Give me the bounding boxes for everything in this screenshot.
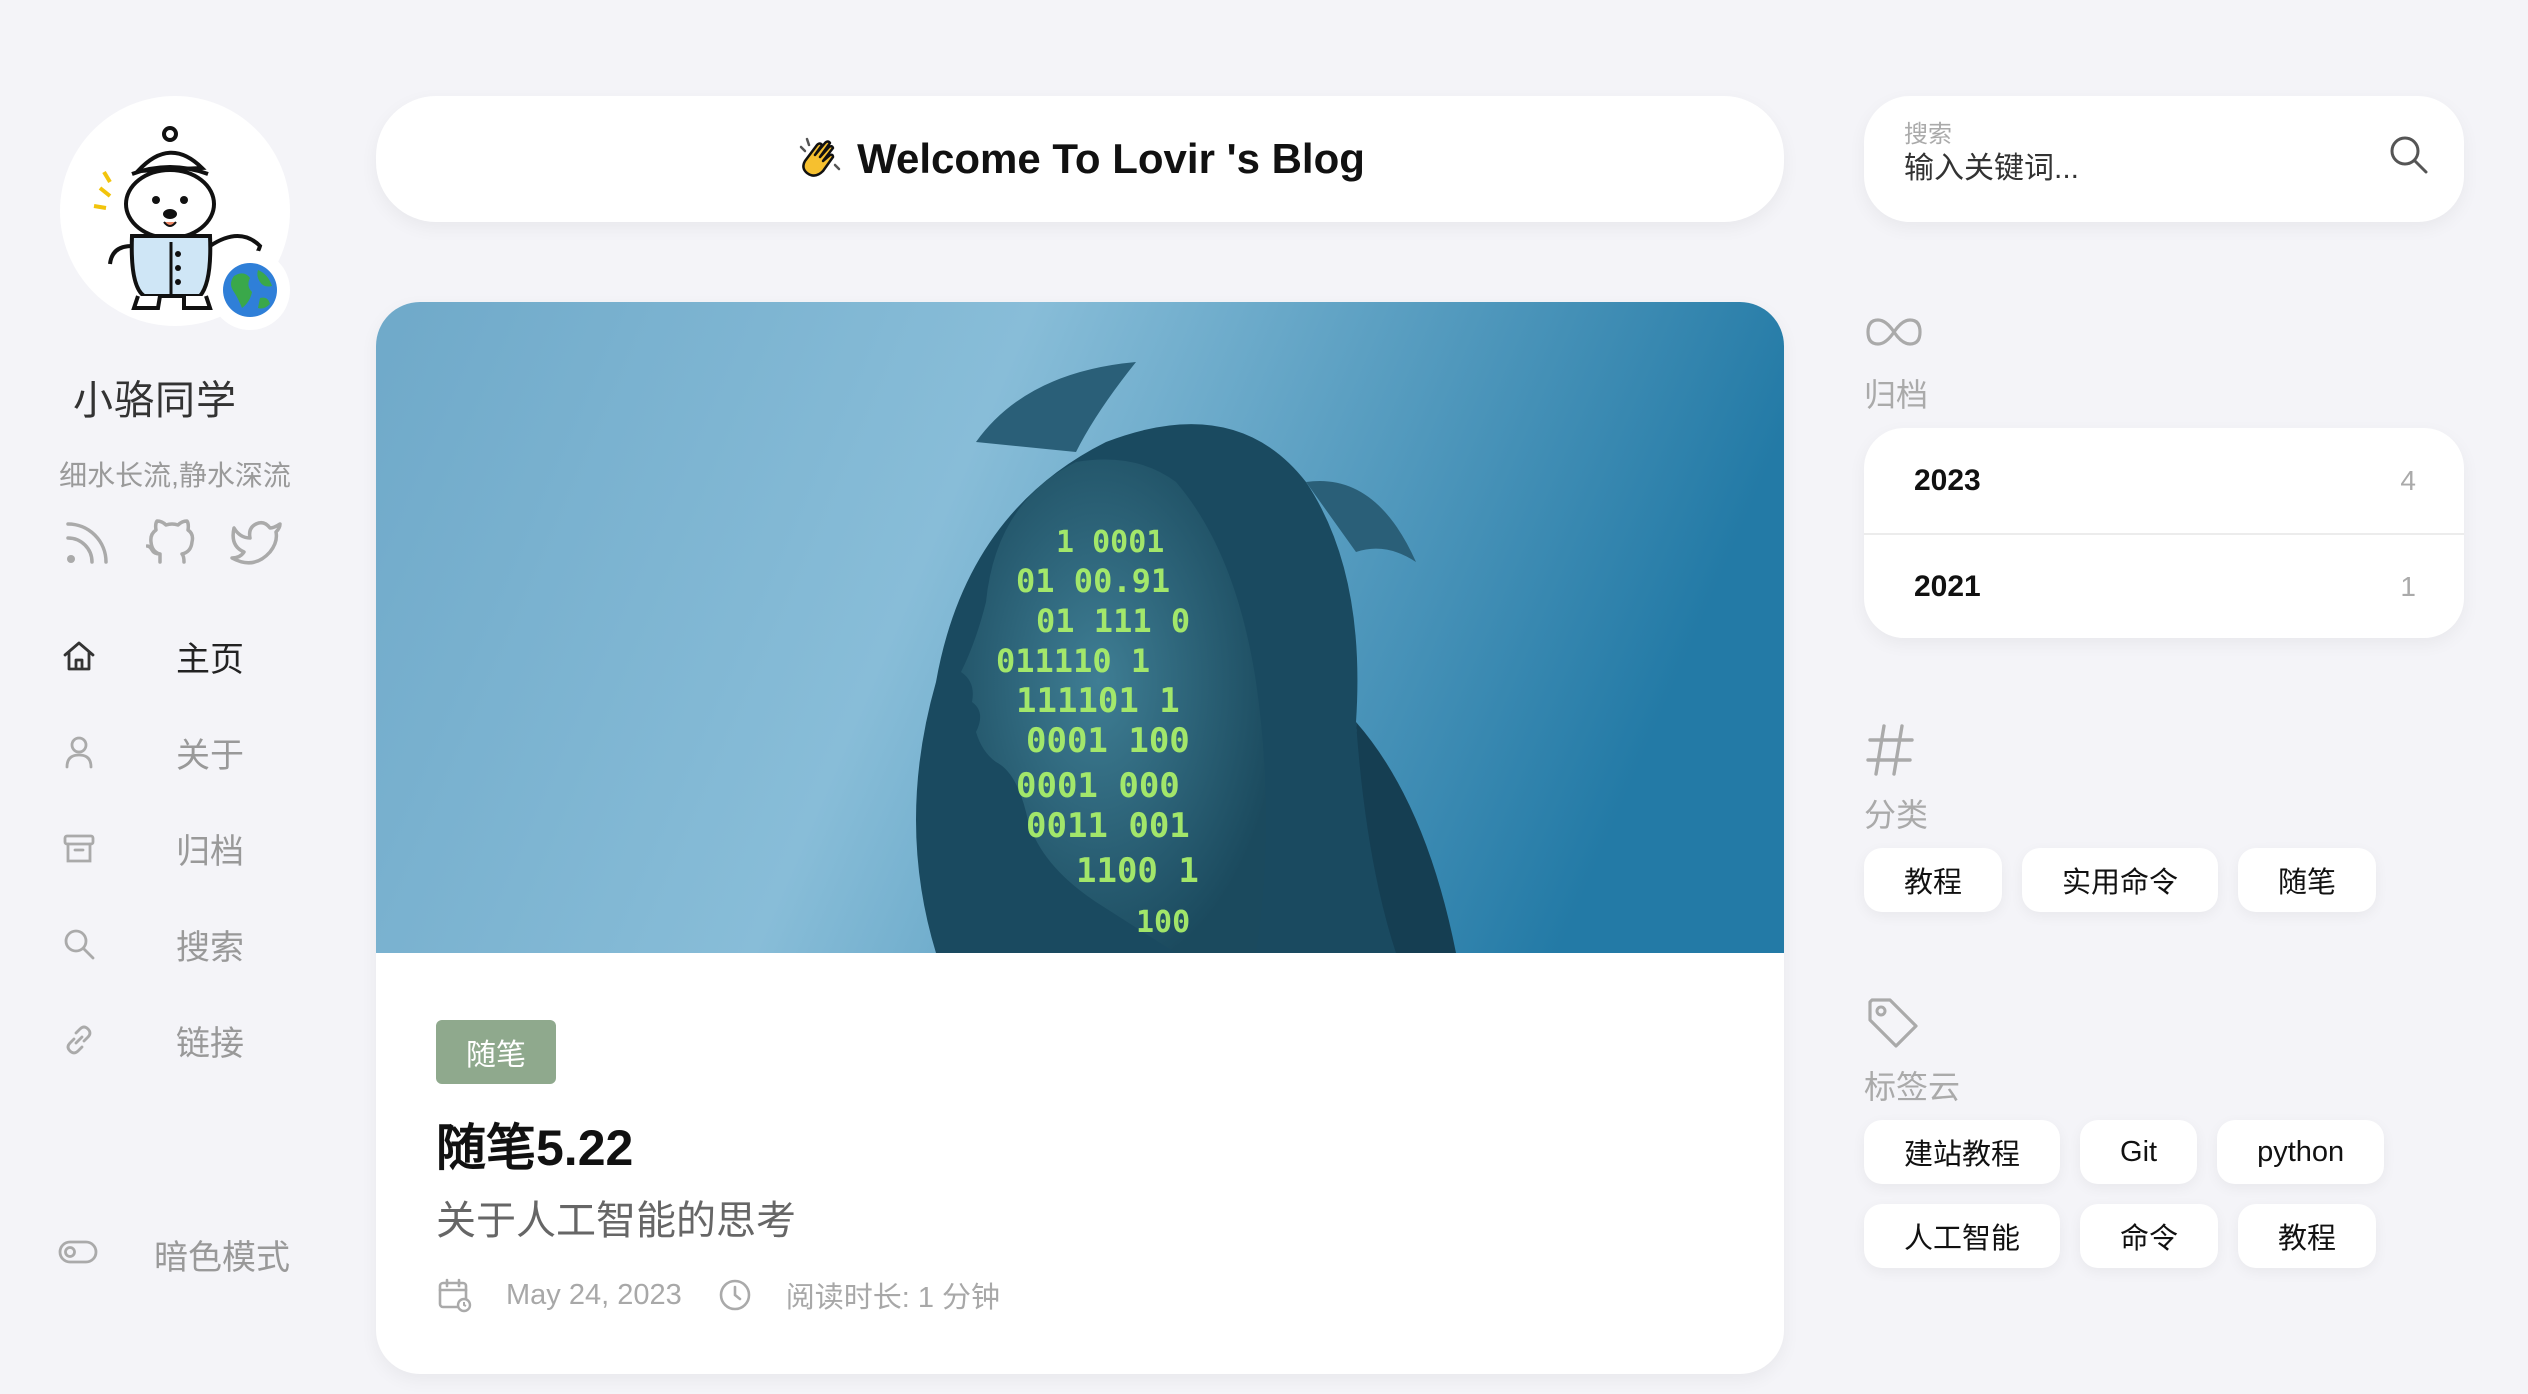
category-chip[interactable]: 随笔 (2238, 848, 2377, 912)
user-icon (58, 731, 100, 773)
category-list: 教程 实用命令 随笔 (1864, 848, 2464, 912)
archive-count: 4 (2400, 464, 2416, 496)
hashtag-icon (1864, 722, 1916, 783)
category-chip[interactable]: 实用命令 (2022, 848, 2219, 912)
post-meta: May 24, 2023 阅读时长: 1 分钟 (436, 1274, 1000, 1316)
svg-text:011110 1: 011110 1 (996, 642, 1150, 680)
post-date: May 24, 2023 (506, 1278, 682, 1311)
search-icon (58, 923, 100, 965)
nav-item-home[interactable]: 主页 (58, 608, 318, 704)
archive-item[interactable]: 2021 1 (1864, 533, 2464, 638)
nav-label: 主页 (176, 640, 244, 679)
tag-icon (1864, 994, 1920, 1055)
main-nav: 主页 关于 归档 搜索 链接 (58, 608, 318, 1088)
post-card[interactable]: 1 0001 01 00.91 01 111 0 011110 1 111101… (376, 302, 1784, 1374)
social-links (62, 516, 282, 568)
clapping-hands-icon (795, 133, 843, 186)
post-subtitle: 关于人工智能的思考 (436, 1199, 796, 1243)
read-time: 阅读时长: 1 分钟 (785, 1282, 1001, 1314)
tag-chip[interactable]: python (2217, 1120, 2385, 1184)
archive-year: 2023 (1914, 463, 1981, 497)
archive-section-title: 归档 (1864, 377, 1929, 413)
nav-label: 归档 (176, 832, 244, 871)
category-badge[interactable]: 随笔 (436, 1020, 556, 1084)
svg-text:0001 100: 0001 100 (1026, 721, 1190, 761)
twitter-icon[interactable] (230, 516, 282, 568)
github-icon[interactable] (145, 516, 196, 568)
tag-chip[interactable]: 人工智能 (1864, 1204, 2061, 1268)
search-input[interactable] (1904, 152, 2344, 186)
dark-mode-toggle[interactable]: 暗色模式 (58, 1230, 290, 1279)
svg-text:1100 1: 1100 1 (1076, 851, 1199, 891)
author-name: 小骆同学 (73, 379, 237, 423)
tag-chip[interactable]: 教程 (2238, 1204, 2377, 1268)
post-cover-image: 1 0001 01 00.91 01 111 0 011110 1 111101… (376, 302, 1784, 953)
globe-status-icon (210, 250, 290, 330)
categories-section-title: 分类 (1864, 797, 1929, 833)
nav-label: 关于 (176, 736, 244, 775)
nav-item-links[interactable]: 链接 (58, 992, 318, 1088)
svg-text:100: 100 (1136, 905, 1190, 940)
nav-item-search[interactable]: 搜索 (58, 896, 318, 992)
svg-text:1 0001: 1 0001 (1056, 525, 1164, 560)
rss-icon[interactable] (62, 516, 112, 568)
banner-title: Welcome To Lovir 's Blog (857, 135, 1365, 182)
home-icon (58, 635, 100, 677)
svg-text:01 111 0: 01 111 0 (1036, 602, 1190, 640)
nav-label: 搜索 (176, 928, 244, 967)
tag-chip[interactable]: Git (2080, 1120, 2198, 1184)
infinity-icon (1864, 312, 1924, 357)
category-chip[interactable]: 教程 (1864, 848, 2003, 912)
tag-chip[interactable]: 建站教程 (1864, 1120, 2061, 1184)
svg-text:111101 1: 111101 1 (1016, 681, 1180, 721)
nav-label: 链接 (176, 1024, 244, 1063)
archive-year: 2021 (1914, 569, 1981, 603)
dark-mode-label: 暗色模式 (154, 1239, 290, 1277)
post-title[interactable]: 随笔5.22 (436, 1108, 633, 1180)
archive-icon (58, 827, 100, 869)
tags-section-title: 标签云 (1864, 1069, 1961, 1105)
calendar-icon (436, 1276, 474, 1314)
nav-item-archive[interactable]: 归档 (58, 800, 318, 896)
svg-text:0011 001: 0011 001 (1026, 806, 1190, 846)
svg-text:0001 000: 0001 000 (1016, 766, 1180, 806)
archive-item[interactable]: 2023 4 (1864, 428, 2464, 533)
author-motto: 细水长流,静水深流 (59, 460, 291, 491)
search-icon[interactable] (2384, 130, 2434, 180)
link-icon (58, 1019, 100, 1061)
archive-list: 2023 4 2021 1 (1864, 428, 2464, 638)
search-label: 搜索 (1904, 121, 1952, 148)
svg-text:01 00.91: 01 00.91 (1016, 562, 1170, 600)
search-box: 搜索 (1864, 96, 2464, 222)
toggle-icon (58, 1239, 98, 1270)
nav-item-about[interactable]: 关于 (58, 704, 318, 800)
welcome-banner: Welcome To Lovir 's Blog (376, 96, 1784, 222)
clock-icon (716, 1276, 754, 1314)
tag-chip[interactable]: 命令 (2080, 1204, 2219, 1268)
tag-cloud: 建站教程 Git python 人工智能 命令 教程 (1864, 1120, 2424, 1268)
archive-count: 1 (2400, 570, 2416, 602)
